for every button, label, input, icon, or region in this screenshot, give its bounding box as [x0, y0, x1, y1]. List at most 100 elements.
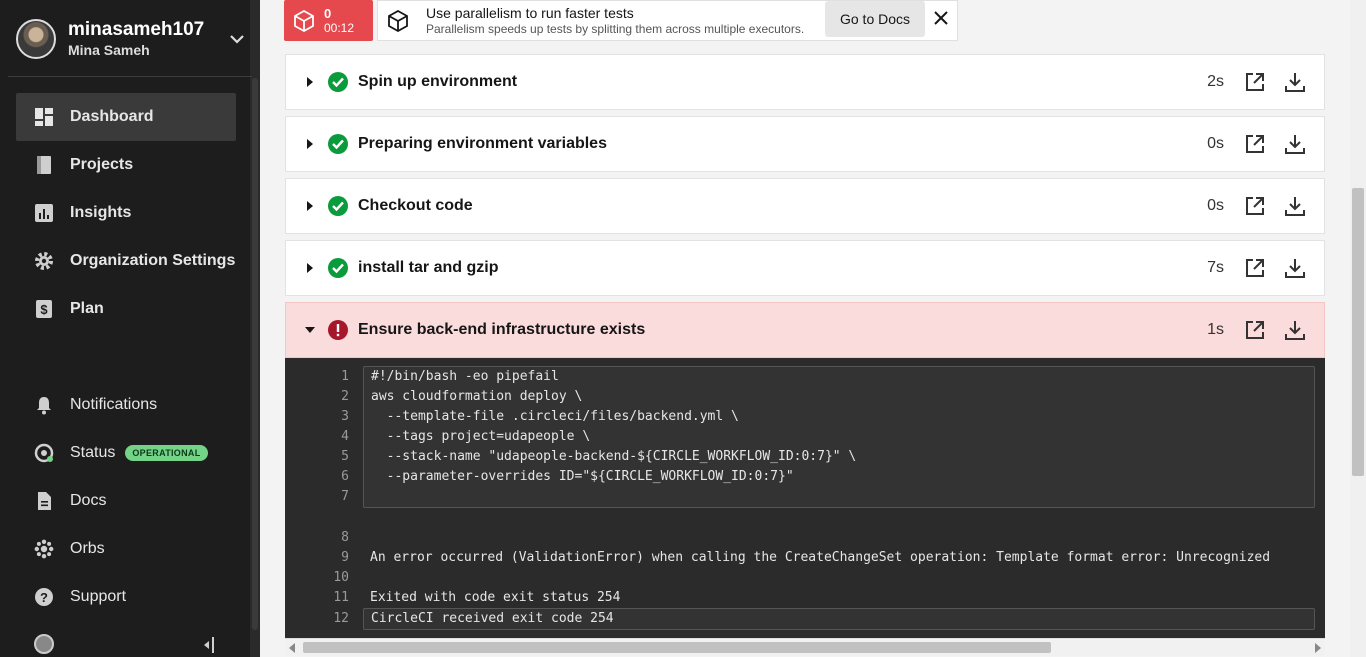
sidebar: minasameh107 Mina Sameh Dashboard Projec…: [0, 0, 260, 657]
output-line: 11 Exited with code exit status 254: [333, 590, 621, 605]
docs-icon: [34, 491, 54, 511]
sidebar-item-docs[interactable]: Docs: [16, 477, 236, 525]
step-title: install tar and gzip: [358, 259, 499, 276]
user-menu[interactable]: minasameh107 Mina Sameh: [16, 16, 246, 62]
elapsed-time: 00:12: [324, 20, 355, 35]
sidebar-divider: [8, 76, 252, 77]
open-external-icon[interactable]: [1244, 319, 1266, 341]
output-line: 7: [341, 489, 349, 504]
sidebar-item-label: Projects: [70, 156, 134, 173]
download-icon[interactable]: [1284, 195, 1306, 217]
dashboard-icon: [34, 107, 54, 127]
sidebar-item-orbs[interactable]: Orbs: [16, 525, 236, 573]
sidebar-item-label: Organization Settings: [70, 252, 236, 269]
step-row[interactable]: Preparing environment variables 0s: [285, 116, 1325, 172]
status-badge: OPERATIONAL: [125, 445, 208, 461]
step-row[interactable]: Spin up environment 2s: [285, 54, 1325, 110]
output-line: 6 --parameter-overrides ID="${CIRCLE_WOR…: [341, 469, 794, 484]
horizontal-scrollbar-thumb[interactable]: [303, 642, 1051, 653]
output-line: 8: [341, 530, 349, 545]
step-output-terminal[interactable]: 1 #!/bin/bash -eo pipefail 2 aws cloudform…: [285, 358, 1325, 638]
sidebar-item-label: Notifications: [70, 396, 158, 413]
sidebar-item-dashboard[interactable]: Dashboard: [16, 93, 236, 141]
error-icon: [328, 320, 348, 340]
success-check-icon: [328, 72, 348, 92]
insights-icon: [34, 203, 54, 223]
svg-text:?: ?: [40, 590, 48, 605]
sidebar-item-support[interactable]: ? Support: [16, 573, 236, 621]
step-row-failed[interactable]: Ensure back-end infrastructure exists 1s: [285, 302, 1325, 358]
failed-count: 0: [324, 5, 332, 21]
collapse-sidebar-icon[interactable]: [200, 636, 216, 654]
output-line: 9 An error occurred (ValidationError) whe…: [341, 550, 1271, 565]
help-icon: ?: [34, 587, 54, 607]
caret-right-icon[interactable]: [304, 139, 316, 149]
scroll-right-icon[interactable]: [1315, 643, 1321, 653]
sidebar-item-status[interactable]: Status OPERATIONAL: [16, 429, 236, 477]
sidebar-item-label: Orbs: [70, 540, 105, 557]
open-external-icon[interactable]: [1244, 257, 1266, 279]
page-scrollbar-thumb[interactable]: [1352, 188, 1364, 476]
step-title: Checkout code: [358, 197, 473, 214]
box-icon: [294, 9, 314, 32]
sidebar-item-label: Status: [70, 444, 116, 461]
download-icon[interactable]: [1284, 319, 1306, 341]
gear-icon: [34, 251, 54, 271]
step-duration: 0s: [1207, 197, 1224, 214]
step-duration: 2s: [1207, 73, 1224, 90]
caret-right-icon[interactable]: [304, 201, 316, 211]
sidebar-item-label: Dashboard: [70, 108, 154, 125]
open-external-icon[interactable]: [1244, 71, 1266, 93]
step-duration: 7s: [1207, 259, 1224, 276]
output-horizontal-scrollbar[interactable]: [285, 638, 1325, 656]
download-icon[interactable]: [1284, 71, 1306, 93]
success-check-icon: [328, 134, 348, 154]
output-line: 1 #!/bin/bash -eo pipefail: [341, 369, 559, 384]
tip-title: Use parallelism to run faster tests: [426, 4, 634, 21]
open-external-icon[interactable]: [1244, 195, 1266, 217]
output-line: 2 aws cloudformation deploy \: [341, 389, 583, 404]
sidebar-item-label: Support: [70, 588, 127, 605]
user-name: Mina Sameh: [68, 42, 150, 58]
caret-right-icon[interactable]: [304, 77, 316, 87]
sidebar-item-plan[interactable]: $ Plan: [16, 285, 236, 333]
output-line: 4 --tags project=udapeople \: [341, 429, 591, 444]
close-icon[interactable]: [932, 9, 950, 27]
parallelism-tip: Use parallelism to run faster tests Para…: [377, 0, 958, 41]
step-row[interactable]: install tar and gzip 7s: [285, 240, 1325, 296]
step-duration: 0s: [1207, 135, 1224, 152]
failed-tests-indicator[interactable]: 0 00:12: [284, 0, 373, 41]
sidebar-item-insights[interactable]: Insights: [16, 189, 236, 237]
caret-right-icon[interactable]: [304, 263, 316, 273]
download-icon[interactable]: [1284, 133, 1306, 155]
sidebar-scrollbar-thumb[interactable]: [252, 78, 258, 630]
output-line: 5 --stack-name "udapeople-backend-${CIRC…: [341, 449, 857, 464]
step-duration: 1s: [1207, 321, 1224, 338]
success-check-icon: [328, 196, 348, 216]
bell-icon: [34, 395, 54, 415]
step-row[interactable]: Checkout code 0s: [285, 178, 1325, 234]
output-line: 12 CircleCI received exit code 254: [333, 611, 614, 626]
step-title: Preparing environment variables: [358, 135, 607, 152]
sidebar-item-label: Plan: [70, 300, 104, 317]
output-line: 3 --template-file .circleci/files/backen…: [341, 409, 739, 424]
open-external-icon[interactable]: [1244, 133, 1266, 155]
tip-subtitle: Parallelism speeds up tests by splitting…: [426, 21, 805, 36]
step-title: Ensure back-end infrastructure exists: [358, 321, 646, 338]
avatar: [16, 19, 56, 59]
svg-text:$: $: [40, 302, 48, 317]
chevron-down-icon[interactable]: [228, 30, 246, 48]
sidebar-item-label: Insights: [70, 204, 132, 221]
output-line: 10: [333, 570, 349, 585]
sidebar-item-organization-settings[interactable]: Organization Settings: [16, 237, 236, 285]
sidebar-item-notifications[interactable]: Notifications: [16, 381, 236, 429]
scroll-left-icon[interactable]: [289, 643, 295, 653]
download-icon[interactable]: [1284, 257, 1306, 279]
box-icon: [388, 9, 408, 32]
sidebar-item-projects[interactable]: Projects: [16, 141, 236, 189]
go-to-docs-button[interactable]: Go to Docs: [825, 1, 925, 37]
caret-down-icon[interactable]: [304, 326, 316, 334]
org-avatar[interactable]: [34, 634, 54, 654]
success-check-icon: [328, 258, 348, 278]
projects-icon: [34, 155, 54, 175]
